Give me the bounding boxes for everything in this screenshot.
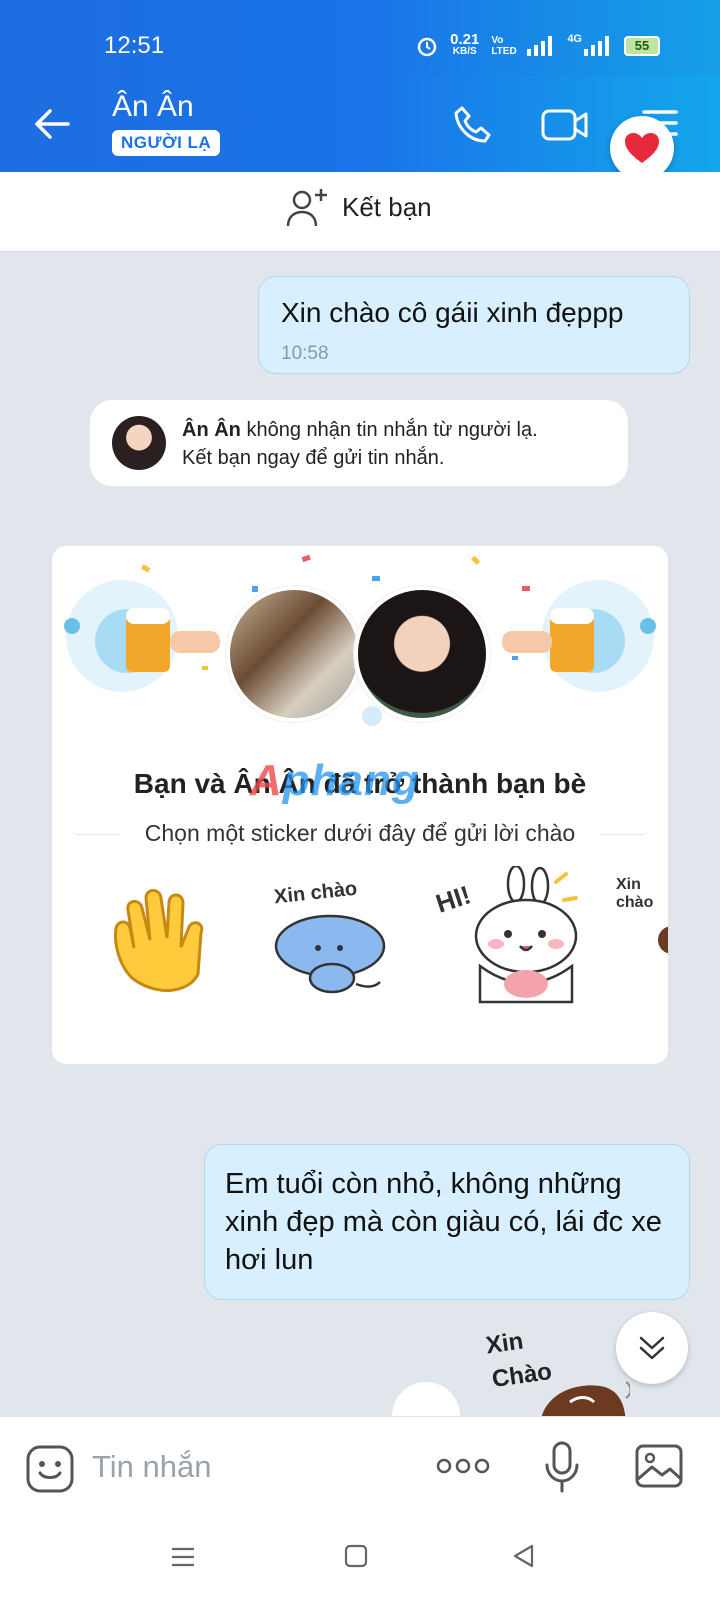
status-time: 12:51 bbox=[104, 32, 165, 59]
back-nav-icon[interactable] bbox=[512, 1544, 536, 1568]
system-nav-bar bbox=[0, 1516, 720, 1600]
signal-icon-2 bbox=[584, 36, 609, 56]
add-friend-bar: Kết bạn bbox=[0, 172, 720, 252]
contact-avatar[interactable] bbox=[112, 416, 166, 470]
outgoing-message[interactable]: Xin chào cô gáii xinh đẹppp 10:58 bbox=[258, 276, 690, 374]
friend-avatar bbox=[354, 586, 490, 722]
notice-name: Ân Ân bbox=[182, 419, 241, 441]
video-call-icon[interactable] bbox=[540, 106, 590, 144]
heart-icon bbox=[625, 133, 659, 163]
message-time: 10:58 bbox=[281, 343, 329, 364]
my-avatar bbox=[226, 586, 362, 722]
volte-label: Vo LTED bbox=[491, 35, 517, 57]
notice-text: Ân Ân không nhận tin nhắn từ người lạ. K… bbox=[182, 416, 538, 472]
net-unit: KB/S bbox=[452, 46, 477, 57]
net-speed: 0.21 bbox=[450, 31, 480, 48]
notice-line1: không nhận tin nhắn từ người lạ. bbox=[240, 419, 538, 441]
sticker-cat-text: Xin chào bbox=[273, 877, 359, 909]
back-arrow-icon[interactable] bbox=[32, 106, 72, 142]
emoji-icon[interactable] bbox=[26, 1445, 74, 1493]
watermark-logo: Aphang bbox=[250, 756, 420, 805]
message-input-bar: Tin nhắn bbox=[0, 1416, 720, 1516]
more-icon[interactable] bbox=[436, 1457, 490, 1475]
status-bar: 12:51 0.21 KB/S Vo LTED 4G 55 bbox=[0, 0, 720, 76]
signal-icon bbox=[527, 36, 553, 56]
add-friend-button[interactable]: Kết bạn bbox=[286, 186, 432, 228]
incoming-sticker[interactable]: Xin Chào bbox=[476, 1322, 636, 1416]
status-icons: 0.21 KB/S Vo LTED 4G 55 bbox=[416, 31, 660, 58]
heart-button[interactable] bbox=[610, 116, 674, 180]
home-icon[interactable] bbox=[344, 1544, 368, 1568]
message-input[interactable]: Tin nhắn bbox=[92, 1449, 212, 1485]
friend-card: Bạn và Ân Ân đã trở thành bạn bè Chọn mộ… bbox=[52, 546, 668, 1064]
friend-card-subtitle: Chọn một sticker dưới đây để gửi lời chà… bbox=[144, 820, 576, 846]
scroll-down-button[interactable] bbox=[616, 1312, 688, 1384]
phone-icon[interactable] bbox=[452, 104, 494, 146]
bottom-sticker-text1: Xin bbox=[484, 1327, 525, 1360]
alarm-icon bbox=[417, 37, 437, 57]
image-icon[interactable] bbox=[634, 1443, 684, 1489]
add-friend-label: Kết bạn bbox=[342, 191, 432, 222]
sticker-bunny-hi[interactable]: HI! bbox=[432, 866, 580, 1006]
wave-hand-sticker[interactable] bbox=[106, 884, 222, 1000]
stranger-notice: Ân Ân không nhận tin nhắn từ người lạ. K… bbox=[90, 400, 628, 486]
outgoing-message[interactable]: Em tuổi còn nhỏ, không những xinh đẹp mà… bbox=[204, 1144, 690, 1300]
network-type: 4G bbox=[567, 33, 582, 45]
microphone-icon[interactable] bbox=[544, 1441, 580, 1493]
message-text: Xin chào cô gáii xinh đẹppp bbox=[281, 297, 624, 328]
stranger-badge: NGƯỜI LẠ bbox=[112, 130, 221, 156]
notice-line2: Kết bạn ngay để gửi tin nhắn. bbox=[182, 447, 445, 469]
sticker-partial[interactable]: Xin chào bbox=[614, 872, 668, 972]
sticker-cat-hello[interactable]: Xin chào bbox=[270, 876, 400, 996]
message-text: Em tuổi còn nhỏ, không những xinh đẹp mà… bbox=[225, 1168, 662, 1276]
double-chevron-down-icon bbox=[639, 1336, 665, 1360]
battery-icon: 55 bbox=[624, 36, 660, 56]
recent-apps-icon[interactable] bbox=[170, 1546, 196, 1568]
contact-name[interactable]: Ân Ân bbox=[112, 90, 194, 124]
add-user-icon bbox=[286, 189, 327, 227]
